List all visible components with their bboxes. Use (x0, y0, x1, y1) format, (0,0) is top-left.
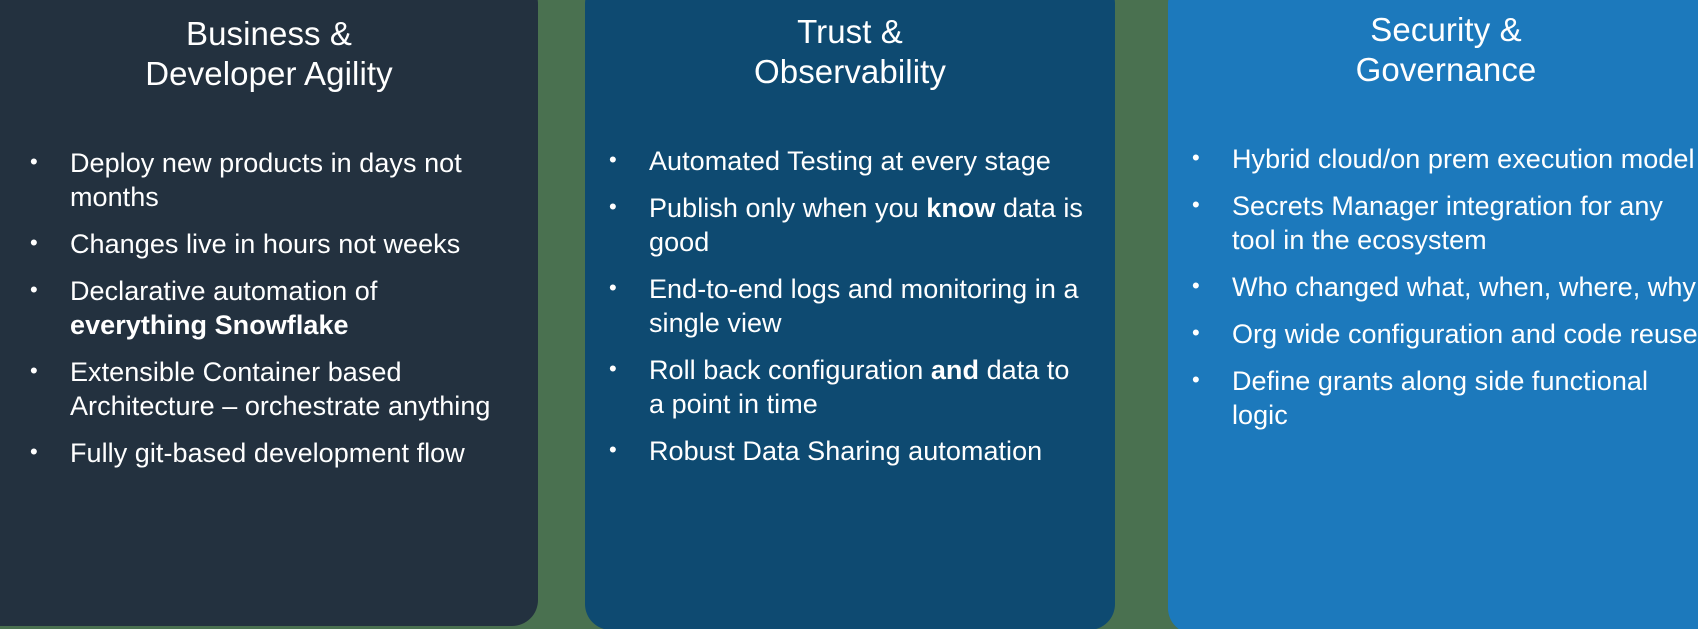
list-item: Secrets Manager integration for any tool… (1190, 188, 1698, 257)
list-item: Declarative automation of everything Sno… (28, 273, 492, 342)
bullet-list-business-developer-agility: Deploy new products in days not months C… (0, 145, 538, 470)
card-security-governance: Security & Governance Hybrid cloud/on pr… (1168, 0, 1698, 629)
bullet-text: Deploy new products in days not months (70, 148, 462, 212)
list-item: Deploy new products in days not months (28, 145, 492, 214)
list-item: Hybrid cloud/on prem execution model (1190, 141, 1698, 176)
card-title-line-1: Trust & (797, 13, 903, 50)
bullet-text: End-to-end logs and monitoring in a sing… (649, 274, 1079, 338)
card-title-line-2: Developer Agility (145, 55, 393, 92)
bullet-list-security-governance: Hybrid cloud/on prem execution model Sec… (1168, 141, 1698, 432)
bullet-text-bold: everything Snowflake (70, 310, 349, 340)
bullet-text: Automated Testing at every stage (649, 146, 1051, 176)
card-inner: Security & Governance Hybrid cloud/on pr… (1168, 0, 1698, 629)
three-column-card-board: Business & Developer Agility Deploy new … (0, 0, 1698, 629)
card-inner: Trust & Observability Automated Testing … (585, 0, 1115, 629)
list-item: Publish only when you know data is good (607, 190, 1091, 259)
list-item: Changes live in hours not weeks (28, 226, 492, 261)
bullet-text: Define grants along side functional logi… (1232, 366, 1649, 430)
bullet-text-bold: and (930, 355, 980, 385)
bullet-text: Publish only when you (649, 193, 927, 223)
bullet-text: Extensible Container based Architecture … (70, 357, 491, 421)
list-item: Define grants along side functional logi… (1190, 363, 1698, 432)
bullet-text: Declarative automation of (70, 276, 378, 306)
card-inner: Business & Developer Agility Deploy new … (0, 0, 538, 626)
list-item: Who changed what, when, where, why (1190, 269, 1698, 304)
card-trust-observability: Trust & Observability Automated Testing … (585, 0, 1115, 629)
bullet-text: Fully git-based development flow (70, 438, 465, 468)
list-item: End-to-end logs and monitoring in a sing… (607, 271, 1091, 340)
bullet-text: Org wide configuration and code reuse (1232, 319, 1698, 349)
list-item: Robust Data Sharing automation (607, 433, 1091, 468)
bullet-text-bold: know (926, 193, 996, 223)
list-item: Extensible Container based Architecture … (28, 354, 492, 423)
bullet-text: Roll back configuration (649, 355, 931, 385)
bullet-text: Secrets Manager integration for any tool… (1232, 191, 1663, 255)
bullet-text: Changes live in hours not weeks (70, 229, 461, 259)
bullet-text: Who changed what, when, where, why (1232, 272, 1696, 302)
card-title-security-governance: Security & Governance (1168, 10, 1698, 90)
bullet-text: Robust Data Sharing automation (649, 436, 1043, 466)
card-title-line-1: Security & (1370, 11, 1522, 48)
card-title-line-2: Governance (1355, 51, 1537, 88)
card-title-line-1: Business & (185, 15, 353, 52)
card-title-line-2: Observability (753, 53, 947, 90)
card-title-trust-observability: Trust & Observability (585, 12, 1115, 92)
list-item: Roll back configuration and data to a po… (607, 352, 1091, 421)
card-business-developer-agility: Business & Developer Agility Deploy new … (0, 0, 538, 626)
list-item: Org wide configuration and code reuse (1190, 316, 1698, 351)
bullet-text: Hybrid cloud/on prem execution model (1232, 144, 1695, 174)
list-item: Automated Testing at every stage (607, 143, 1091, 178)
bullet-list-trust-observability: Automated Testing at every stage Publish… (585, 143, 1115, 468)
list-item: Fully git-based development flow (28, 435, 492, 470)
card-title-business-developer-agility: Business & Developer Agility (0, 14, 538, 94)
